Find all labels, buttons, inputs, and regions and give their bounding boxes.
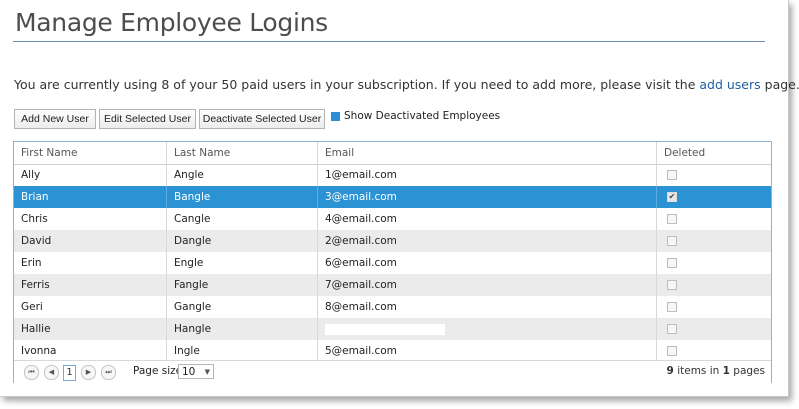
cell-email — [318, 318, 657, 340]
deleted-checkbox[interactable] — [667, 280, 677, 290]
column-header-email[interactable]: Email — [318, 142, 657, 164]
page-title: Manage Employee Logins — [15, 8, 328, 37]
page-size-select[interactable]: 10 ▼ — [178, 364, 214, 379]
cell-deleted — [657, 208, 771, 230]
cell-first-name: Geri — [14, 296, 167, 318]
deleted-checkbox[interactable] — [667, 324, 677, 334]
pages-count: 1 — [722, 365, 730, 377]
title-divider — [13, 41, 765, 42]
add-new-user-button[interactable]: Add New User — [14, 109, 96, 129]
deleted-checkbox[interactable] — [667, 302, 677, 312]
employee-grid: First Name Last Name Email Deleted Ally A… — [13, 141, 772, 383]
cell-deleted: ✔ — [657, 186, 771, 208]
column-header-deleted[interactable]: Deleted — [657, 142, 771, 164]
deleted-checkbox[interactable] — [667, 346, 677, 356]
cell-email: 2@email.com — [318, 230, 657, 252]
cell-deleted — [657, 230, 771, 252]
table-row[interactable]: Ally Angle 1@email.com — [14, 164, 771, 186]
subscription-info-suffix: page. — [760, 77, 799, 92]
subscription-info-text: You are currently using 8 of your 50 pai… — [14, 77, 700, 92]
cell-first-name: Ivonna — [14, 340, 167, 362]
cell-last-name: Gangle — [167, 296, 318, 318]
next-page-icon[interactable]: ▶ — [81, 365, 96, 380]
cell-deleted — [657, 164, 771, 186]
cell-first-name: Erin — [14, 252, 167, 274]
deleted-checkbox[interactable] — [667, 258, 677, 268]
grid-pager: ⏮ ◀ 1 ▶ ⏭ Page size: 10 ▼ 9 items in 1 pa… — [14, 360, 771, 383]
last-page-icon[interactable]: ⏭ — [101, 365, 116, 380]
cell-first-name: Chris — [14, 208, 167, 230]
table-row[interactable]: Chris Cangle 4@email.com — [14, 208, 771, 230]
table-row[interactable]: Ferris Fangle 7@email.com — [14, 274, 771, 296]
empty-email-field — [325, 323, 445, 335]
cell-last-name: Cangle — [167, 208, 318, 230]
cell-deleted — [657, 274, 771, 296]
cell-first-name: Ferris — [14, 274, 167, 296]
table-row[interactable]: Erin Engle 6@email.com — [14, 252, 771, 274]
chevron-down-icon: ▼ — [204, 368, 210, 376]
cell-email: 1@email.com — [318, 164, 657, 186]
show-deactivated-checkbox[interactable] — [331, 111, 340, 121]
table-row[interactable]: Geri Gangle 8@email.com — [14, 296, 771, 318]
prev-page-icon[interactable]: ◀ — [44, 365, 59, 380]
cell-email: 5@email.com — [318, 340, 657, 362]
cell-last-name: Fangle — [167, 274, 318, 296]
cell-last-name: Angle — [167, 164, 318, 186]
deleted-checkbox[interactable]: ✔ — [667, 192, 677, 202]
grid-header: First Name Last Name Email Deleted — [14, 142, 771, 165]
cell-email: 4@email.com — [318, 208, 657, 230]
current-page-button[interactable]: 1 — [63, 365, 76, 381]
cell-first-name: David — [14, 230, 167, 252]
cell-email: 3@email.com — [318, 186, 657, 208]
deleted-checkbox[interactable] — [667, 236, 677, 246]
items-mid-text: items in — [673, 365, 723, 377]
show-deactivated-label: Show Deactivated Employees — [344, 110, 501, 122]
table-row[interactable]: Brian Bangle 3@email.com ✔ — [14, 186, 771, 208]
table-row[interactable]: Hallie Hangle — [14, 318, 771, 340]
cell-deleted — [657, 296, 771, 318]
items-info: 9 items in 1 pages — [667, 365, 765, 377]
subscription-info: You are currently using 8 of your 50 pai… — [14, 77, 799, 92]
cell-last-name: Engle — [167, 252, 318, 274]
page-frame: Manage Employee Logins You are currently… — [0, 0, 799, 397]
cell-first-name: Brian — [14, 186, 167, 208]
page-size-value: 10 — [182, 366, 196, 378]
cell-last-name: Dangle — [167, 230, 318, 252]
first-page-icon[interactable]: ⏮ — [24, 365, 39, 380]
edit-selected-user-button[interactable]: Edit Selected User — [99, 109, 196, 129]
cell-last-name: Bangle — [167, 186, 318, 208]
add-users-link[interactable]: add users — [699, 77, 760, 92]
cell-last-name: Hangle — [167, 318, 318, 340]
cell-deleted — [657, 340, 771, 362]
cell-email: 7@email.com — [318, 274, 657, 296]
cell-email: 6@email.com — [318, 252, 657, 274]
table-row[interactable]: David Dangle 2@email.com — [14, 230, 771, 252]
cell-deleted — [657, 318, 771, 340]
column-header-last-name[interactable]: Last Name — [167, 142, 318, 164]
cell-first-name: Ally — [14, 164, 167, 186]
deleted-checkbox[interactable] — [667, 214, 677, 224]
deleted-checkbox[interactable] — [667, 170, 677, 180]
table-row[interactable]: Ivonna Ingle 5@email.com — [14, 340, 771, 362]
deactivate-selected-user-button[interactable]: Deactivate Selected User — [199, 109, 325, 129]
show-deactivated-toggle[interactable]: Show Deactivated Employees — [331, 110, 500, 122]
pages-suffix: pages — [729, 365, 765, 377]
cell-email: 8@email.com — [318, 296, 657, 318]
items-count: 9 — [666, 365, 674, 377]
column-header-first-name[interactable]: First Name — [14, 142, 167, 164]
cell-last-name: Ingle — [167, 340, 318, 362]
cell-deleted — [657, 252, 771, 274]
cell-first-name: Hallie — [14, 318, 167, 340]
